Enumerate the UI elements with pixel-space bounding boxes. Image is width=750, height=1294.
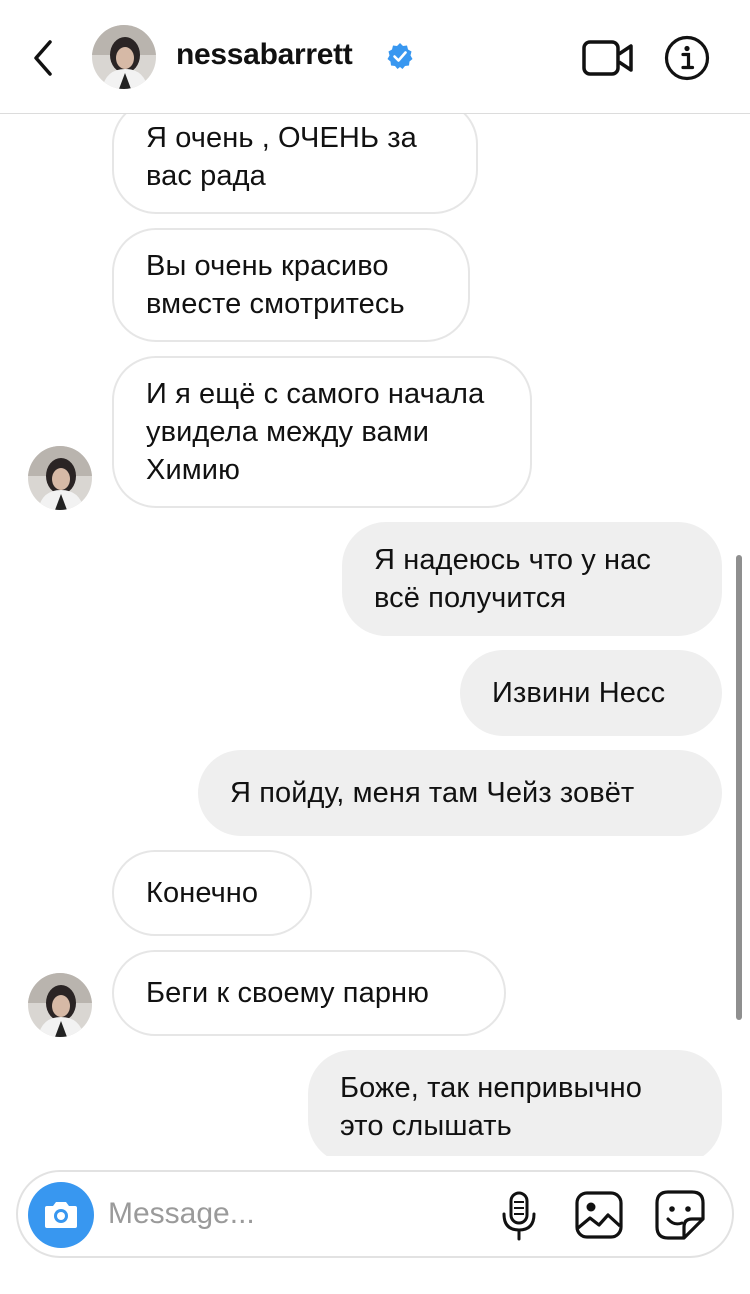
- message-text: Я надеюсь что у нас всё получится: [374, 544, 651, 614]
- back-button[interactable]: [30, 38, 60, 78]
- message-bubble[interactable]: Боже, так непривычно это слышать: [308, 1050, 722, 1156]
- camera-button[interactable]: [28, 1182, 94, 1248]
- chat-header: nessabarrett: [0, 0, 750, 114]
- video-camera-icon: [582, 40, 633, 76]
- message-text: Боже, так непривычно это слышать: [340, 1072, 642, 1142]
- info-button[interactable]: [664, 35, 710, 81]
- verified-badge-icon: [386, 42, 414, 70]
- message-bubble[interactable]: Конечно: [112, 850, 312, 936]
- sticker-icon: [655, 1190, 705, 1240]
- message-bubble[interactable]: Вы очень красиво вместе смотритесь: [112, 228, 470, 342]
- gallery-button[interactable]: [574, 1190, 624, 1240]
- avatar[interactable]: [92, 25, 156, 89]
- avatar[interactable]: [28, 446, 92, 510]
- message-text: Извини Несс: [492, 677, 666, 709]
- message-bubble[interactable]: Я очень , ОЧЕНЬ за вас рада: [112, 114, 478, 214]
- message-bubble[interactable]: Я надеюсь что у нас всё получится: [342, 522, 722, 636]
- chevron-left-icon: [34, 40, 52, 76]
- video-call-button[interactable]: [582, 38, 634, 78]
- message-text: И я ещё с самого начала увидела между ва…: [146, 378, 485, 486]
- message-text: Беги к своему парню: [146, 977, 430, 1009]
- scrollbar[interactable]: [736, 555, 742, 1020]
- camera-icon: [45, 1202, 77, 1228]
- chat-username[interactable]: nessabarrett: [176, 38, 353, 72]
- message-bubble[interactable]: Извини Несс: [460, 650, 722, 736]
- microphone-icon: [502, 1191, 536, 1241]
- message-text: Конечно: [146, 877, 259, 909]
- message-composer: [16, 1170, 734, 1258]
- message-text: Я очень , ОЧЕНЬ за вас рада: [146, 122, 417, 192]
- message-text: Я пойду, меня там Чейз зовёт: [230, 777, 635, 809]
- info-icon: [664, 35, 710, 81]
- gallery-icon: [575, 1191, 623, 1239]
- message-thread[interactable]: Я очень , ОЧЕНЬ за вас рада Вы очень кра…: [0, 114, 750, 1156]
- message-text: Вы очень красиво вместе смотритесь: [146, 250, 405, 320]
- message-input[interactable]: [108, 1194, 468, 1234]
- avatar[interactable]: [28, 973, 92, 1037]
- sticker-button[interactable]: [654, 1189, 706, 1241]
- message-bubble[interactable]: И я ещё с самого начала увидела между ва…: [112, 356, 532, 508]
- message-bubble[interactable]: Беги к своему парню: [112, 950, 506, 1036]
- message-bubble[interactable]: Я пойду, меня там Чейз зовёт: [198, 750, 722, 836]
- voice-message-button[interactable]: [500, 1190, 538, 1242]
